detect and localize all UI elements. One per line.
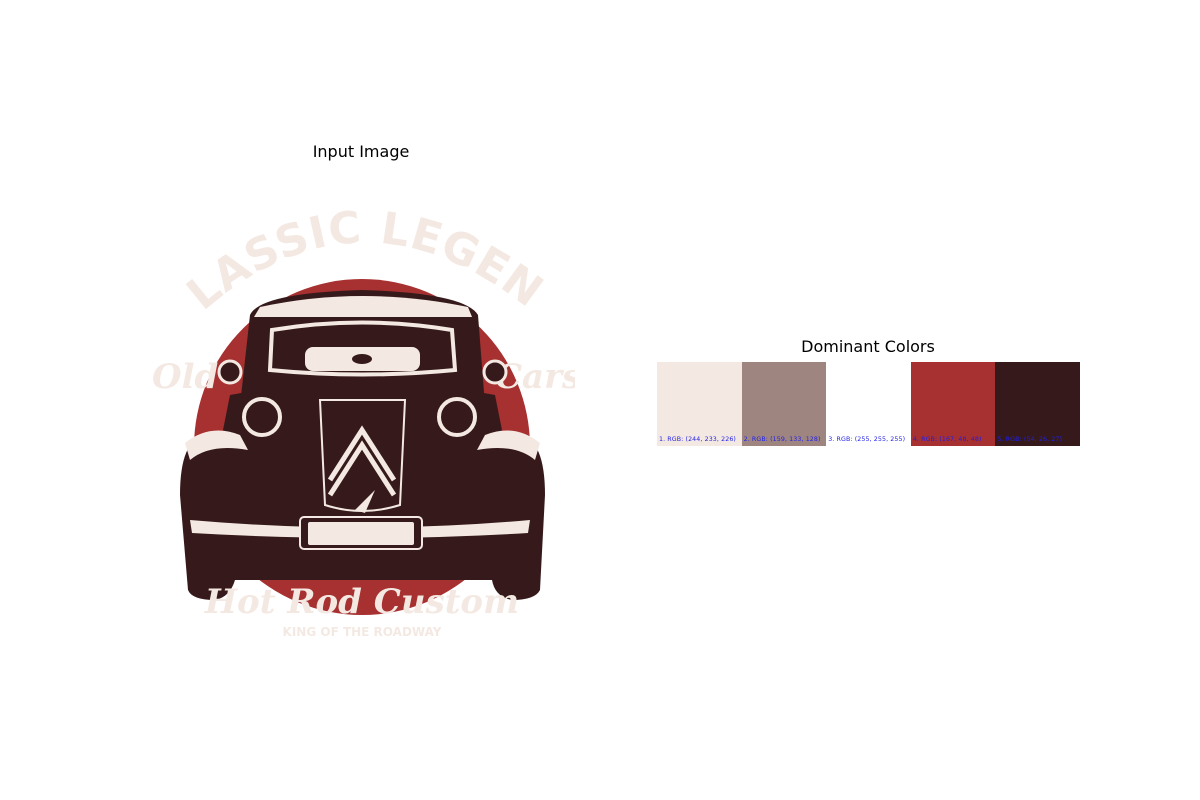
input-image: CLASSIC LEGEND Old Cars Hot R [150, 195, 575, 639]
swatch-label: 2. RGB: (159, 133, 128) [743, 436, 821, 443]
dominant-colors-palette: 1. RGB: (244, 233, 226) 2. RGB: (159, 13… [657, 362, 1080, 446]
color-swatch: 3. RGB: (255, 255, 255) [826, 362, 911, 446]
color-swatch: 2. RGB: (159, 133, 128) [741, 362, 827, 446]
side-script-text-right: Cars [495, 357, 575, 397]
dominant-colors-title: Dominant Colors [801, 337, 935, 356]
swatch-label: 4. RGB: (167, 48, 48) [912, 436, 982, 443]
color-swatch: 1. RGB: (244, 233, 226) [657, 362, 742, 446]
color-swatch: 4. RGB: (167, 48, 48) [910, 362, 996, 446]
swatch-label: 1. RGB: (244, 233, 226) [659, 436, 736, 443]
tagline-text: KING OF THE ROADWAY [283, 625, 442, 639]
input-image-title: Input Image [312, 142, 410, 161]
side-script-text-left: Old [152, 357, 219, 397]
swatch-label: 3. RGB: (255, 255, 255) [828, 436, 906, 443]
car-illustration [180, 290, 545, 600]
color-swatch: 5. RGB: (54, 26, 27) [995, 362, 1080, 446]
script-caption-text: Hot Rod Custom [204, 582, 519, 622]
swatch-label: 5. RGB: (54, 26, 27) [997, 436, 1063, 443]
